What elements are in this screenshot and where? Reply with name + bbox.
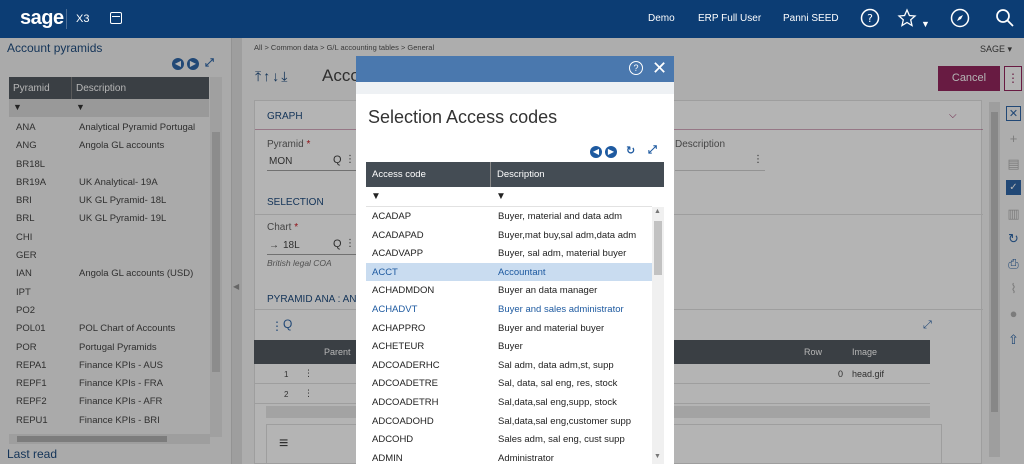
access-code-list: ACADAP Buyer, material and data adm ACADAP… <box>366 207 652 464</box>
next-icon[interactable]: ▶ <box>605 146 617 158</box>
access-code-description: Buyer, material and data adm <box>498 211 623 222</box>
search-icon[interactable] <box>995 8 1015 32</box>
compass-icon[interactable] <box>950 8 970 32</box>
list-item[interactable]: ADCOADETRH Sal,data,sal eng,supp, stock <box>366 393 652 412</box>
scroll-down-icon[interactable]: ▼ <box>654 453 661 460</box>
access-code-description: Sal, data, sal eng, res, stock <box>498 378 618 390</box>
access-code-description: Buyer and material buyer <box>498 322 605 334</box>
access-code[interactable]: ADCOADOHD <box>372 416 434 427</box>
list-item[interactable]: ACADAP Buyer, material and data adm <box>366 207 652 226</box>
selection-dialog: ? ✕ Selection Access codes ◀ ▶ ↻ ⤢ Acces… <box>356 56 674 464</box>
grid-filter-row: ▼ ▼ <box>366 187 652 207</box>
folder-link[interactable]: Demo <box>648 13 675 24</box>
access-code[interactable]: ACHADMDON <box>372 285 434 296</box>
list-item[interactable]: ACHETEUR Buyer <box>366 337 652 356</box>
expand-icon[interactable]: ⤢ <box>648 144 657 157</box>
help-icon[interactable]: ? <box>629 61 643 75</box>
vertical-scrollbar[interactable]: ▲ ▼ <box>652 207 664 464</box>
list-item[interactable]: ADCOADETRE Sal, data, sal eng, res, stock <box>366 374 652 393</box>
access-code-description: Buyer <box>498 341 523 353</box>
access-code[interactable]: ACHAPPRO <box>372 323 425 334</box>
user-link[interactable]: Panni SEED <box>783 13 839 24</box>
list-item[interactable]: ADMIN Administrator <box>366 449 652 464</box>
prev-icon[interactable]: ◀ <box>590 146 602 158</box>
access-code[interactable]: ACHETEUR <box>372 341 424 352</box>
column-header-description[interactable]: Description <box>497 169 545 180</box>
list-item[interactable]: ACHADMDON Buyer an data manager <box>366 281 652 300</box>
list-item[interactable]: ADCOHD Sales adm, sal eng, cust supp <box>366 430 652 449</box>
access-code[interactable]: ACCT <box>372 267 398 278</box>
access-code-description: Sal,data,sal eng,customer supp <box>498 415 632 427</box>
list-item[interactable]: ADCOADOHD Sal,data,sal eng,customer supp <box>366 412 652 431</box>
calendar-icon[interactable] <box>110 12 122 24</box>
access-code[interactable]: ADCOADERHC <box>372 360 440 371</box>
grid-header: Access code Description <box>366 162 652 187</box>
header-scroll-spacer <box>652 162 664 187</box>
access-code[interactable]: ADCOHD <box>372 434 413 445</box>
access-code-description: Sal adm, data adm,st, supp <box>498 359 614 371</box>
access-code[interactable]: ADCOADETRH <box>372 397 439 408</box>
access-code-description: Buyer, sal adm, material buyer <box>498 248 627 260</box>
product-name: X3 <box>76 13 90 25</box>
help-icon[interactable]: ? <box>860 8 880 32</box>
refresh-icon[interactable]: ↻ <box>626 144 635 157</box>
access-code-description: Sales adm, sal eng, cust supp <box>498 434 625 446</box>
access-code-description: Buyer an data manager <box>498 285 598 297</box>
dialog-header: ? ✕ <box>356 56 674 82</box>
divider <box>490 162 491 187</box>
star-icon[interactable] <box>897 8 917 32</box>
top-bar: sage X3 Demo ERP Full User Panni SEED ? … <box>0 0 1024 38</box>
access-code[interactable]: ACADAP <box>372 211 411 222</box>
list-item[interactable]: ACCT Accountant <box>366 262 652 282</box>
access-code[interactable]: ADCOADETRE <box>372 378 438 389</box>
list-item[interactable]: ACHADVT Buyer and sales administrator <box>366 300 652 319</box>
close-icon[interactable]: ✕ <box>652 58 667 78</box>
scroll-thumb[interactable] <box>654 221 662 275</box>
filter-icon[interactable]: ▼ <box>496 191 506 202</box>
dialog-title: Selection Access codes <box>368 107 558 127</box>
access-code[interactable]: ADMIN <box>372 453 403 464</box>
divider <box>66 9 67 29</box>
filter-icon[interactable]: ▼ <box>371 191 381 202</box>
chevron-down-icon[interactable]: ▼ <box>921 14 930 34</box>
access-code[interactable]: ACADAPAD <box>372 230 424 241</box>
access-code[interactable]: ACADVAPP <box>372 248 423 259</box>
access-code-description: Administrator <box>498 452 554 464</box>
list-item[interactable]: ACADVAPP Buyer, sal adm, material buyer <box>366 244 652 263</box>
access-code-description: Accountant <box>498 266 546 278</box>
access-code-description: Buyer,mat buy,sal adm,data adm <box>498 229 637 241</box>
role-link[interactable]: ERP Full User <box>698 13 761 24</box>
sage-logo[interactable]: sage <box>20 7 64 30</box>
scroll-up-icon[interactable]: ▲ <box>654 208 661 215</box>
svg-text:?: ? <box>867 12 873 25</box>
column-header-access-code[interactable]: Access code <box>372 169 426 180</box>
dialog-band <box>356 82 674 94</box>
access-code-description: Sal,data,sal eng,supp, stock <box>498 396 617 408</box>
access-code[interactable]: ACHADVT <box>372 304 417 315</box>
access-code-description: Buyer and sales administrator <box>498 303 624 315</box>
list-item[interactable]: ADCOADERHC Sal adm, data adm,st, supp <box>366 356 652 375</box>
list-item[interactable]: ACADAPAD Buyer,mat buy,sal adm,data adm <box>366 226 652 245</box>
list-item[interactable]: ACHAPPRO Buyer and material buyer <box>366 319 652 338</box>
